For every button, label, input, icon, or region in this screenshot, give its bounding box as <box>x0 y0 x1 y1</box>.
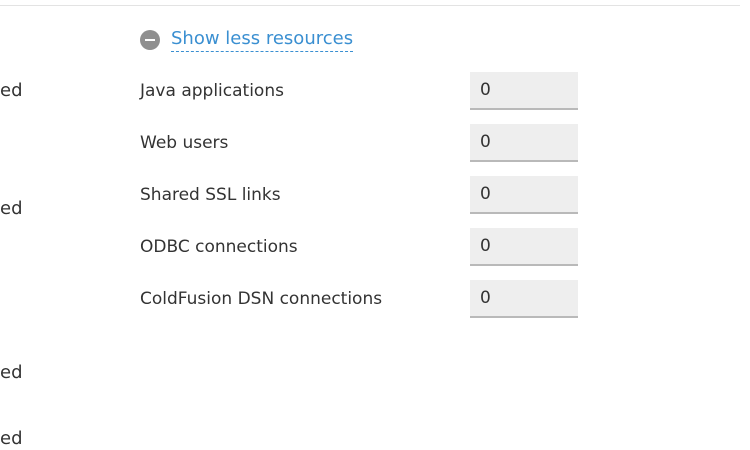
odbc-connections-input[interactable] <box>470 228 578 266</box>
coldfusion-dsn-connections-input[interactable] <box>470 280 578 318</box>
left-column-label-fragment: ed <box>0 362 23 383</box>
resource-row-java-applications: Java applications <box>140 72 580 112</box>
web-users-input[interactable] <box>470 124 578 162</box>
resource-row-coldfusion-dsn-connections: ColdFusion DSN connections <box>140 280 580 320</box>
resource-label: ColdFusion DSN connections <box>140 289 383 309</box>
left-column-label-fragment: ed <box>0 198 23 219</box>
resource-row-web-users: Web users <box>140 124 580 164</box>
resource-label: Java applications <box>140 81 284 101</box>
resource-row-shared-ssl-links: Shared SSL links <box>140 176 580 216</box>
show-less-resources-link[interactable]: Show less resources <box>171 28 354 52</box>
top-divider <box>0 5 740 6</box>
show-less-resources-toggle[interactable]: Show less resources <box>140 28 354 52</box>
minus-circle-icon[interactable] <box>140 30 160 50</box>
resource-row-odbc-connections: ODBC connections <box>140 228 580 268</box>
left-column-label-fragment: ed <box>0 80 23 101</box>
left-column-label-fragment: ed <box>0 428 23 449</box>
resource-label: Shared SSL links <box>140 185 281 205</box>
java-applications-input[interactable] <box>470 72 578 110</box>
resource-label: Web users <box>140 133 229 153</box>
resource-label: ODBC connections <box>140 237 298 257</box>
shared-ssl-links-input[interactable] <box>470 176 578 214</box>
